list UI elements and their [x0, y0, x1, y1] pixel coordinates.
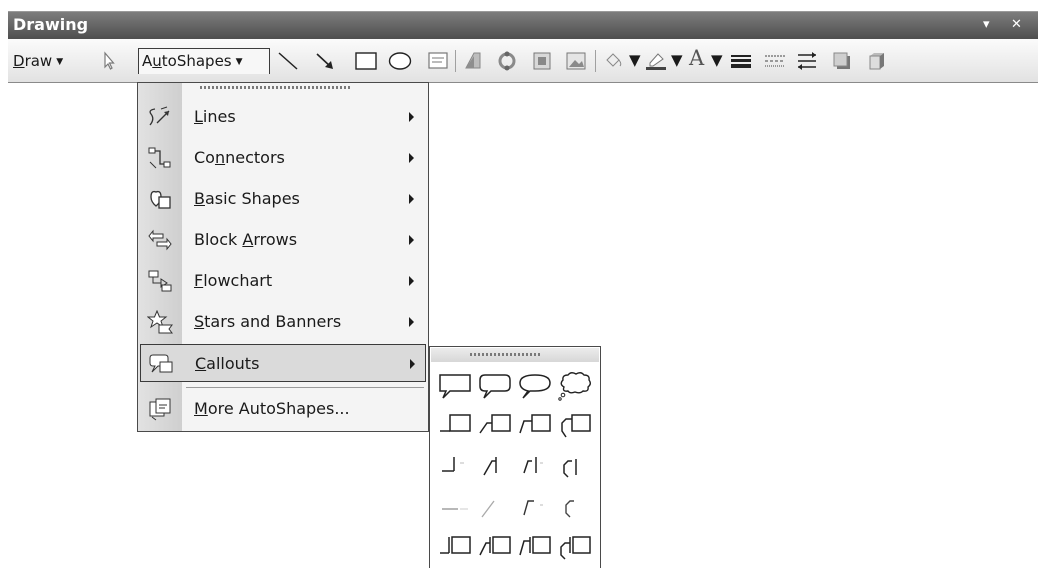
line-callout-2-accent-bar-icon[interactable]: [476, 487, 514, 525]
menu-item-flowchart[interactable]: Flowchart: [140, 262, 426, 300]
menu-item-callouts[interactable]: Callouts: [140, 344, 426, 382]
menu-separator: [186, 387, 424, 388]
chevron-down-icon: ▼: [56, 57, 64, 67]
wordart-icon[interactable]: [460, 50, 484, 72]
dash-style-icon[interactable]: [763, 50, 787, 72]
menu-item-label: Flowchart: [194, 271, 273, 290]
rectangular-callout-icon[interactable]: [436, 367, 474, 405]
draw-label-mnemonic: D: [13, 52, 25, 70]
diagram-icon[interactable]: [495, 50, 519, 72]
line-callout-4-no-border-icon[interactable]: [556, 447, 594, 485]
drawing-toolbar: Draw ▼ AutoShapes ▼ ▼ ▼ A ▼: [8, 39, 1038, 83]
menu-item-label: Basic Shapes: [194, 189, 300, 208]
autoshapes-menu-button[interactable]: AutoShapes ▼: [138, 48, 270, 74]
autoshapes-menu: Lines Connectors Basic Shapes Block Arro…: [137, 82, 429, 432]
oval-callout-icon[interactable]: [516, 367, 554, 405]
menu-item-connectors[interactable]: Connectors: [140, 139, 426, 177]
menu-tear-off-grip[interactable]: [200, 86, 350, 89]
submenu-arrow-icon: [409, 276, 414, 286]
toolbar-options-dropdown-icon[interactable]: ▾: [983, 17, 990, 33]
stars-banners-icon: [146, 309, 173, 334]
line-icon[interactable]: [276, 50, 300, 72]
submenu-arrow-icon: [409, 112, 414, 122]
callouts-palette: [429, 346, 601, 568]
submenu-arrow-icon: [409, 317, 414, 327]
clip-art-icon[interactable]: [530, 50, 554, 72]
cloud-callout-icon[interactable]: [556, 367, 594, 405]
oval-icon[interactable]: [388, 50, 412, 72]
menu-item-label: Block Arrows: [194, 230, 298, 249]
submenu-arrow-icon: [409, 153, 414, 163]
draw-label-rest: raw: [24, 52, 53, 70]
flowchart-icon: [147, 269, 173, 293]
rounded-rectangular-callout-icon[interactable]: [476, 367, 514, 405]
line-callout-2-no-border-icon[interactable]: [476, 447, 514, 485]
palette-tear-off-grip[interactable]: [470, 353, 542, 356]
chevron-down-icon[interactable]: ▼: [629, 48, 641, 72]
draw-menu-button[interactable]: Draw ▼: [13, 49, 63, 73]
menu-item-stars-and-banners[interactable]: Stars and Banners: [140, 303, 426, 341]
select-objects-icon[interactable]: [96, 50, 120, 72]
line-callout-1-border-accent-icon[interactable]: [436, 527, 474, 565]
line-callout-1-accent-bar-icon[interactable]: [436, 487, 474, 525]
submenu-arrow-icon: [409, 194, 414, 204]
arrow-style-icon[interactable]: [795, 50, 819, 72]
font-color-icon[interactable]: A: [689, 46, 704, 70]
line-callout-3-icon[interactable]: [516, 407, 554, 445]
basic-shapes-icon: [147, 187, 173, 211]
lines-icon: [147, 105, 173, 129]
menu-item-label: More AutoShapes...: [194, 399, 350, 418]
line-callout-3-border-accent-icon[interactable]: [516, 527, 554, 565]
chevron-down-icon[interactable]: ▼: [711, 48, 723, 72]
chevron-down-icon[interactable]: ▼: [671, 48, 683, 72]
line-callout-4-icon[interactable]: [556, 407, 594, 445]
line-style-icon[interactable]: [729, 50, 753, 72]
submenu-arrow-icon: [410, 359, 415, 369]
line-callout-4-border-accent-icon[interactable]: [556, 527, 594, 565]
autoshapes-label-a: A: [142, 52, 153, 70]
chevron-down-icon: ▼: [235, 57, 243, 67]
line-callout-3-no-border-icon[interactable]: [516, 447, 554, 485]
line-callout-1-icon[interactable]: [436, 407, 474, 445]
menu-item-block-arrows[interactable]: Block Arrows: [140, 221, 426, 259]
3d-style-icon[interactable]: [865, 50, 889, 72]
submenu-arrow-icon: [409, 235, 414, 245]
shadow-style-icon[interactable]: [830, 50, 854, 72]
connectors-icon: [147, 146, 173, 170]
fill-color-icon[interactable]: [602, 50, 626, 72]
autoshapes-label-rest: toShapes: [161, 52, 232, 70]
toolbar-separator: [455, 50, 456, 72]
autoshapes-label-mnemonic: u: [152, 52, 162, 70]
picture-icon[interactable]: [564, 50, 588, 72]
line-callout-3-accent-bar-icon[interactable]: [516, 487, 554, 525]
menu-item-label: Callouts: [195, 354, 260, 373]
line-color-icon[interactable]: [644, 50, 668, 72]
toolbar-separator: [595, 50, 596, 72]
drawing-toolbar-titlebar[interactable]: Drawing ▾ ✕: [8, 11, 1038, 39]
menu-item-lines[interactable]: Lines: [140, 98, 426, 136]
line-callout-4-accent-bar-icon[interactable]: [556, 487, 594, 525]
more-autoshapes-icon: [147, 397, 173, 421]
close-icon[interactable]: ✕: [1011, 17, 1022, 33]
menu-item-label: Stars and Banners: [194, 312, 342, 331]
line-callout-1-no-border-icon[interactable]: [436, 447, 474, 485]
line-callout-2-icon[interactable]: [476, 407, 514, 445]
block-arrows-icon: [147, 228, 173, 252]
rectangle-icon[interactable]: [354, 50, 378, 72]
menu-item-label: Lines: [194, 107, 236, 126]
text-box-icon[interactable]: [426, 50, 450, 72]
line-callout-2-border-accent-icon[interactable]: [476, 527, 514, 565]
arrow-icon[interactable]: [313, 50, 337, 72]
menu-item-label: Connectors: [194, 148, 285, 167]
callouts-icon: [148, 352, 174, 376]
toolbar-title: Drawing: [13, 15, 89, 34]
menu-item-basic-shapes[interactable]: Basic Shapes: [140, 180, 426, 218]
menu-item-more-autoshapes[interactable]: More AutoShapes...: [140, 390, 426, 428]
